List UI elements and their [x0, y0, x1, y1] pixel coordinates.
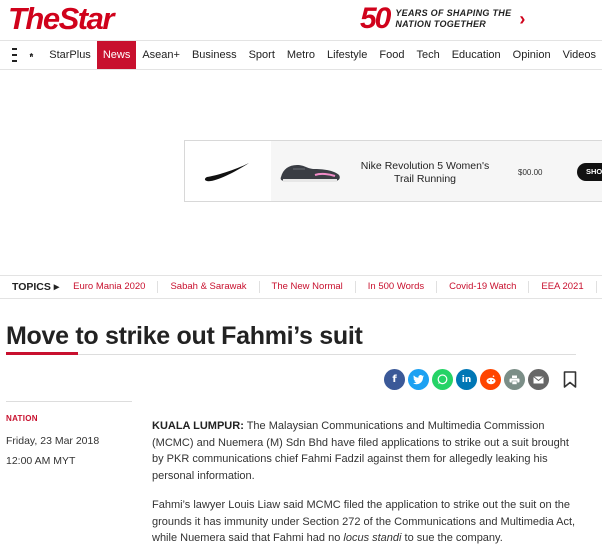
linkedin-icon[interactable]: in [456, 369, 477, 390]
shop-button[interactable]: SHO [577, 163, 602, 181]
anniversary-banner[interactable]: 50 YEARS OF SHAPING THE NATION TOGETHER … [360, 4, 525, 34]
anniversary-line1: YEARS OF SHAPING THE [395, 8, 512, 18]
paragraph-2-italic: locus standi [343, 532, 402, 544]
shoe-image [280, 165, 340, 182]
nike-logo [185, 141, 271, 201]
article-paragraph-2: Fahmi’s lawyer Louis Liaw said MCMC file… [152, 497, 577, 547]
nav-item-news[interactable]: News [96, 41, 137, 69]
bookmark-icon[interactable] [563, 371, 577, 388]
anniversary-tagline: YEARS OF SHAPING THE NATION TOGETHER [395, 8, 511, 30]
section-label[interactable]: NATION [6, 414, 38, 423]
headline-divider [78, 354, 576, 355]
nav-item-starplus[interactable]: StarPlus [43, 41, 97, 69]
advertisement-banner[interactable]: Nike Revolution 5 Women's Trail Running … [184, 140, 602, 202]
dateline: KUALA LUMPUR: [152, 420, 244, 432]
facebook-icon[interactable]: f [384, 369, 405, 390]
twitter-icon[interactable] [408, 369, 429, 390]
meta-divider [6, 401, 132, 402]
topic-link[interactable]: EEA 2021 [528, 281, 595, 293]
chevron-right-icon: › [519, 8, 526, 29]
headline-underline [6, 352, 78, 355]
anniversary-number: 50 [360, 2, 391, 35]
nav-items: StarPlus News Asean+ Business Sport Metro Life… [43, 41, 602, 69]
main-nav: StarPlus News Asean+ Business Sport Metro Life… [0, 40, 602, 70]
nav-item-business[interactable]: Business [186, 41, 243, 69]
ad-title-line2: Trail Running [393, 173, 457, 185]
article-headline: Move to strike out Fahmi’s suit [6, 322, 363, 350]
topic-link[interactable]: In 500 Words [354, 281, 436, 293]
topic-link[interactable]: The New Normal [258, 281, 355, 293]
anniversary-line2: NATION TOGETHER [395, 19, 487, 29]
topic-list: Euro Mania 2020 Sabah & Sarawak The New No… [73, 281, 602, 293]
article-date: Friday, 23 Mar 2018 [6, 435, 100, 447]
nav-item-opinion[interactable]: Opinion [507, 41, 557, 69]
hamburger-menu-icon[interactable] [12, 48, 18, 62]
nav-item-sport[interactable]: Sport [243, 41, 281, 69]
nav-item-lifestyle[interactable]: Lifestyle [321, 41, 373, 69]
email-icon[interactable] [528, 369, 549, 390]
ad-product-title: Nike Revolution 5 Women's Trail Running [345, 160, 505, 186]
ad-title-line1: Nike Revolution 5 Women's [360, 160, 490, 172]
nav-item-food[interactable]: Food [373, 41, 410, 69]
nav-item-asean[interactable]: Asean+ [136, 41, 186, 69]
topic-link[interactable]: Covid-19 Watch [436, 281, 528, 293]
nav-item-tech[interactable]: Tech [410, 41, 445, 69]
topic-link[interactable]: Euro Mania 2020 [73, 281, 157, 293]
topic-link[interactable]: True c [595, 281, 602, 293]
home-icon[interactable] [29, 48, 34, 62]
site-logo[interactable]: TheStar [8, 3, 114, 35]
nav-item-education[interactable]: Education [446, 41, 507, 69]
paragraph-2-text-b: to sue the company. [401, 532, 503, 544]
share-bar: f in [384, 369, 552, 390]
topics-label: TOPICS ▸ [12, 281, 60, 293]
topic-link[interactable]: Sabah & Sarawak [157, 281, 258, 293]
topics-bar: TOPICS ▸ Euro Mania 2020 Sabah & Sarawak T… [0, 275, 602, 299]
nav-item-metro[interactable]: Metro [281, 41, 321, 69]
print-icon[interactable] [504, 369, 525, 390]
article-paragraph-1: KUALA LUMPUR: The Malaysian Communicatio… [152, 418, 577, 484]
ad-price: $00.00 [518, 168, 543, 177]
nav-item-videos[interactable]: Videos [557, 41, 602, 69]
article-time: 12:00 AM MYT [6, 455, 76, 467]
whatsapp-icon[interactable] [432, 369, 453, 390]
reddit-icon[interactable] [480, 369, 501, 390]
